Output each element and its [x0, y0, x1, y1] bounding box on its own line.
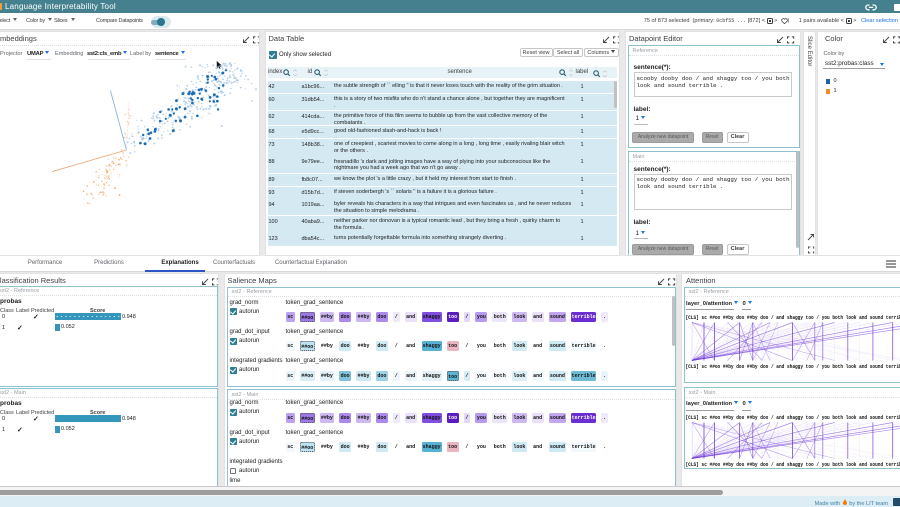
svg-text:[CLS] sc ##oo ##by doo ##by do: [CLS] sc ##oo ##by doo ##by doo / and sh… — [685, 315, 900, 321]
svg-text:[CLS] sc ##oo ##by doo ##by do: [CLS] sc ##oo ##by doo ##by doo / and sh… — [685, 462, 900, 468]
svg-text:[CLS] sc ##oo ##by doo ##by do: [CLS] sc ##oo ##by doo ##by doo / and sh… — [685, 364, 900, 370]
svg-text:[CLS] sc ##oo ##by doo ##by do: [CLS] sc ##oo ##by doo ##by doo / and sh… — [685, 415, 900, 421]
